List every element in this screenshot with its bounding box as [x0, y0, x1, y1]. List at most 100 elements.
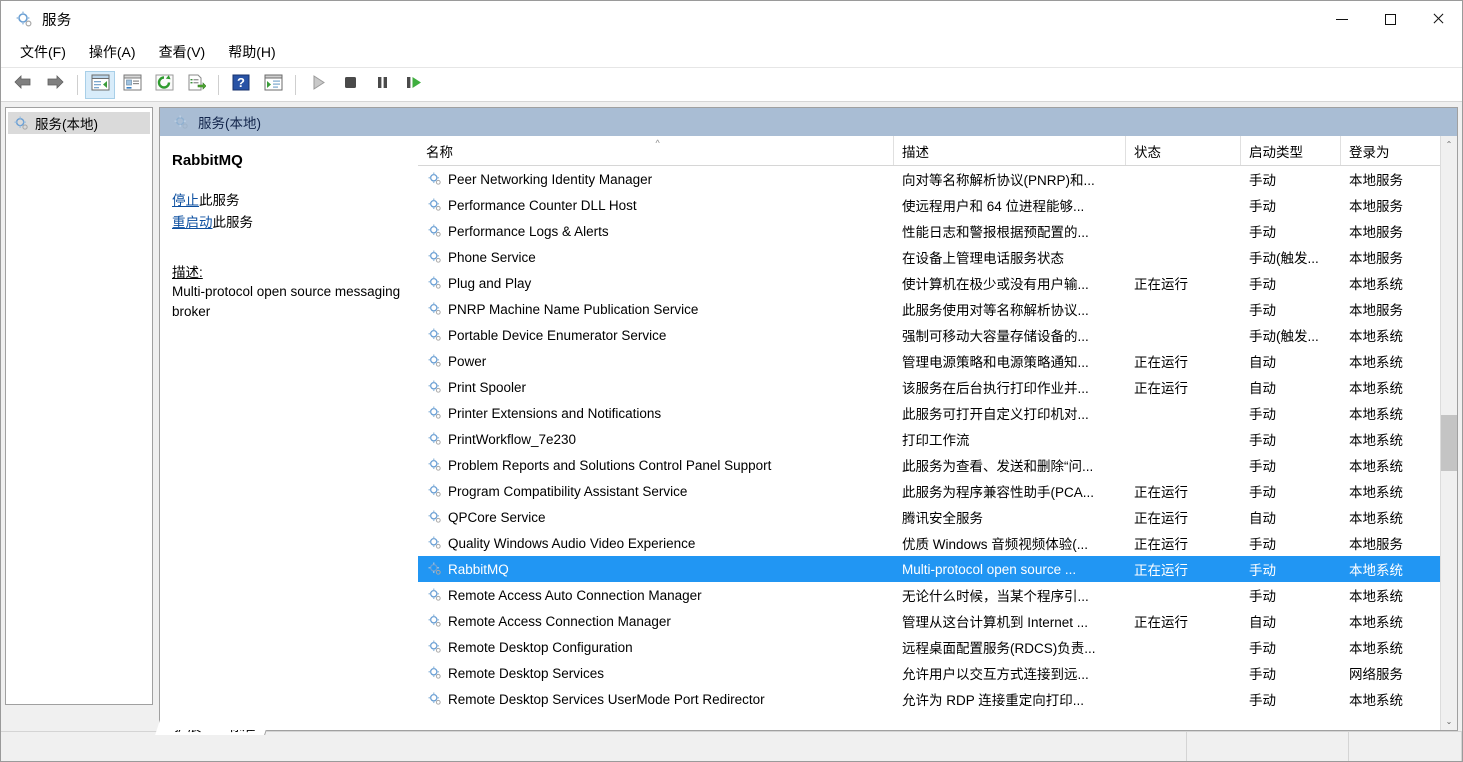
- cell-service-name: Peer Networking Identity Manager: [418, 172, 894, 187]
- service-name-label: Remote Access Auto Connection Manager: [448, 587, 702, 603]
- services-gear-icon: [15, 10, 33, 28]
- service-name-label: Remote Desktop Services: [448, 665, 605, 681]
- table-row[interactable]: Peer Networking Identity Manager 向对等名称解析协…: [418, 166, 1440, 192]
- toolbar-pause-service[interactable]: [367, 71, 397, 99]
- table-row[interactable]: Remote Desktop Services UserMode Port Re…: [418, 686, 1440, 712]
- table-row[interactable]: Phone Service 在设备上管理电话服务状态 手动(触发... 本地服务: [418, 244, 1440, 270]
- services-gear-icon: [428, 276, 442, 290]
- menu-view[interactable]: 查看(V): [150, 38, 215, 66]
- cell-startup-type: 手动: [1249, 173, 1276, 188]
- cell-status: 正在运行: [1134, 537, 1188, 552]
- table-row[interactable]: Plug and Play 使计算机在极少或没有用户输... 正在运行 手动 本地系统: [418, 270, 1440, 296]
- cell-description: 此服务为程序兼容性助手(PCA...: [902, 485, 1095, 500]
- stop-service-suffix: 此服务: [199, 193, 240, 208]
- cell-log-on-as: 本地系统: [1349, 407, 1403, 422]
- menu-file[interactable]: 文件(F): [11, 38, 75, 66]
- services-gear-icon: [428, 588, 442, 602]
- table-row[interactable]: Print Spooler 该服务在后台执行打印作业并... 正在运行 自动 本地系统: [418, 374, 1440, 400]
- table-row[interactable]: Remote Desktop Services 允许用户以交互方式连接到远... 手…: [418, 660, 1440, 686]
- scroll-down-button[interactable]: ⌄: [1441, 713, 1457, 730]
- table-row[interactable]: Remote Access Auto Connection Manager 无论什…: [418, 582, 1440, 608]
- service-name-label: Performance Logs & Alerts: [448, 223, 609, 239]
- cell-startup-type: 手动: [1249, 537, 1276, 552]
- cell-service-name: Program Compatibility Assistant Service: [418, 484, 894, 499]
- cell-startup-type: 手动: [1249, 667, 1276, 682]
- column-header-startup-type[interactable]: 启动类型: [1241, 136, 1341, 165]
- table-row[interactable]: Remote Access Connection Manager 管理从这台计算机…: [418, 608, 1440, 634]
- table-row[interactable]: Problem Reports and Solutions Control Pa…: [418, 452, 1440, 478]
- table-row[interactable]: Printer Extensions and Notifications 此服务可…: [418, 400, 1440, 426]
- cell-startup-type: 手动: [1249, 199, 1276, 214]
- table-row[interactable]: QPCore Service 腾讯安全服务 正在运行 自动 本地系统: [418, 504, 1440, 530]
- scrollbar-thumb[interactable]: [1441, 415, 1457, 471]
- services-gear-icon: [428, 250, 442, 264]
- toolbar-forward[interactable]: [40, 71, 70, 99]
- toolbar-restart-service[interactable]: [399, 71, 429, 99]
- table-row[interactable]: Program Compatibility Assistant Service 此…: [418, 478, 1440, 504]
- restart-service-line: 重启动此服务: [172, 213, 404, 232]
- tree-item-services-local[interactable]: 服务(本地): [8, 112, 150, 134]
- table-row[interactable]: Portable Device Enumerator Service 强制可移动大…: [418, 322, 1440, 348]
- menu-help[interactable]: 帮助(H): [219, 38, 284, 66]
- table-row[interactable]: Power 管理电源策略和电源策略通知... 正在运行 自动 本地系统: [418, 348, 1440, 374]
- service-name-label: Remote Access Connection Manager: [448, 613, 671, 629]
- cell-description: 管理电源策略和电源策略通知...: [902, 355, 1089, 370]
- toolbar-show-tree[interactable]: [85, 70, 115, 99]
- toolbar-help[interactable]: ?: [226, 71, 256, 99]
- table-row[interactable]: PrintWorkflow_7e230 打印工作流 手动 本地系统: [418, 426, 1440, 452]
- column-header-name[interactable]: 名称 ^: [418, 136, 894, 165]
- restart-service-link[interactable]: 重启动: [172, 215, 213, 230]
- cell-description: 此服务使用对等名称解析协议...: [902, 303, 1089, 318]
- table-row[interactable]: Remote Desktop Configuration 远程桌面配置服务(RDC…: [418, 634, 1440, 660]
- services-gear-icon: [428, 640, 442, 654]
- cell-log-on-as: 本地服务: [1349, 225, 1403, 240]
- toolbar-start-service[interactable]: [303, 71, 333, 99]
- detail-service-name: RabbitMQ: [172, 152, 243, 169]
- close-button[interactable]: [1414, 1, 1462, 37]
- cell-description: 腾讯安全服务: [902, 511, 983, 526]
- cell-log-on-as: 本地服务: [1349, 251, 1403, 266]
- toolbar-back[interactable]: [8, 71, 38, 99]
- cell-service-name: Power: [418, 354, 894, 369]
- description-text: Multi-protocol open source messaging bro…: [172, 284, 401, 319]
- table-row[interactable]: Quality Windows Audio Video Experience 优质…: [418, 530, 1440, 556]
- cell-startup-type: 手动: [1249, 433, 1276, 448]
- toolbar-action-pane[interactable]: [258, 71, 288, 99]
- table-row[interactable]: PNRP Machine Name Publication Service 此服务…: [418, 296, 1440, 322]
- description-label: 描述:: [172, 265, 203, 280]
- maximize-button[interactable]: [1366, 1, 1414, 37]
- cell-startup-type: 手动(触发...: [1249, 251, 1319, 266]
- pane-banner: 服务(本地): [160, 108, 1457, 136]
- column-header-description[interactable]: 描述: [894, 136, 1126, 165]
- cell-description: 优质 Windows 音频视频体验(...: [902, 537, 1089, 552]
- cell-description: 该服务在后台执行打印作业并...: [902, 381, 1089, 396]
- column-header-status[interactable]: 状态: [1126, 136, 1241, 165]
- status-segment-right: [1349, 732, 1462, 761]
- table-row[interactable]: Performance Logs & Alerts 性能日志和警报根据预配置的..…: [418, 218, 1440, 244]
- cell-log-on-as: 本地系统: [1349, 329, 1403, 344]
- cell-log-on-as: 本地系统: [1349, 641, 1403, 656]
- minimize-button[interactable]: [1318, 1, 1366, 37]
- scroll-up-button[interactable]: ⌃: [1441, 136, 1457, 153]
- services-gear-icon: [428, 198, 442, 212]
- cell-log-on-as: 本地服务: [1349, 537, 1403, 552]
- toolbar-properties[interactable]: [117, 71, 147, 99]
- column-header-log-on-as[interactable]: 登录为: [1341, 136, 1441, 165]
- toolbar-export-list[interactable]: [181, 71, 211, 99]
- vertical-scrollbar[interactable]: ⌃ ⌄: [1440, 136, 1457, 730]
- cell-log-on-as: 本地系统: [1349, 615, 1403, 630]
- cell-description: Multi-protocol open source ...: [902, 561, 1077, 577]
- table-row[interactable]: RabbitMQ Multi-protocol open source ... 正在…: [418, 556, 1440, 582]
- cell-description: 此服务可打开自定义打印机对...: [902, 407, 1089, 422]
- cell-service-name: Remote Desktop Services: [418, 666, 894, 681]
- toolbar-refresh[interactable]: [149, 71, 179, 99]
- back-arrow-icon: [13, 74, 33, 95]
- table-row[interactable]: Performance Counter DLL Host 使远程用户和 64 位进…: [418, 192, 1440, 218]
- menu-action[interactable]: 操作(A): [80, 38, 145, 66]
- toolbar-stop-service[interactable]: [335, 71, 365, 99]
- scrollbar-track[interactable]: [1441, 153, 1457, 713]
- service-name-label: Peer Networking Identity Manager: [448, 171, 653, 187]
- menu-bar: 文件(F) 操作(A) 查看(V) 帮助(H): [1, 37, 1462, 68]
- stop-service-link[interactable]: 停止: [172, 193, 199, 208]
